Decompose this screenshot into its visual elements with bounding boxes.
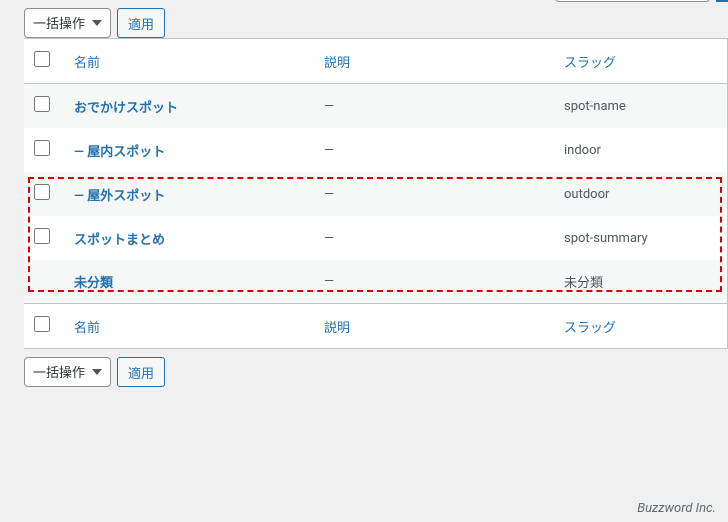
row-name-link[interactable]: 未分類	[74, 276, 113, 291]
row-slug: spot-summary	[554, 216, 728, 260]
column-footer-name[interactable]: 名前	[74, 321, 100, 336]
row-description: —	[314, 216, 554, 260]
bulk-action-select-top[interactable]: 一括操作	[24, 8, 111, 38]
table-row: おでかけスポット —spot-name	[24, 84, 728, 129]
column-header-slug[interactable]: スラッグ	[564, 56, 616, 71]
row-description: —	[314, 84, 554, 129]
row-description: —	[314, 260, 554, 304]
table-row: — 屋内スポット —indoor	[24, 128, 728, 172]
categories-table: 名前 説明 スラッグ おでかけスポット—spot-name— 屋内スポット—in…	[24, 38, 728, 349]
select-all-top[interactable]	[34, 51, 50, 67]
bulk-action-select-bottom[interactable]: 一括操作	[24, 357, 111, 387]
select-all-bottom[interactable]	[34, 316, 50, 332]
row-slug: spot-name	[554, 84, 728, 129]
row-slug: outdoor	[554, 172, 728, 216]
row-description: —	[314, 172, 554, 216]
row-checkbox[interactable]	[34, 184, 50, 200]
table-row: スポットまとめ —spot-summary	[24, 216, 728, 260]
row-slug: 未分類	[554, 260, 728, 304]
footer-credit: Buzzword Inc.	[637, 501, 716, 516]
column-header-description[interactable]: 説明	[324, 56, 350, 71]
column-header-name[interactable]: 名前	[74, 56, 100, 71]
row-name-link[interactable]: スポットまとめ	[74, 233, 165, 248]
row-name-link[interactable]: おでかけスポット	[74, 101, 178, 116]
row-checkbox[interactable]	[34, 96, 50, 112]
table-row: 未分類—未分類	[24, 260, 728, 304]
column-footer-slug[interactable]: スラッグ	[564, 321, 616, 336]
apply-button-top[interactable]: 適用	[117, 8, 165, 38]
row-description: —	[314, 128, 554, 172]
row-name-link[interactable]: — 屋外スポット	[74, 189, 165, 204]
row-checkbox[interactable]	[34, 228, 50, 244]
row-slug: indoor	[554, 128, 728, 172]
row-name-link[interactable]: — 屋内スポット	[74, 145, 165, 160]
column-footer-description[interactable]: 説明	[324, 321, 350, 336]
row-checkbox[interactable]	[34, 140, 50, 156]
table-row: — 屋外スポット —outdoor	[24, 172, 728, 216]
apply-button-bottom[interactable]: 適用	[117, 357, 165, 387]
